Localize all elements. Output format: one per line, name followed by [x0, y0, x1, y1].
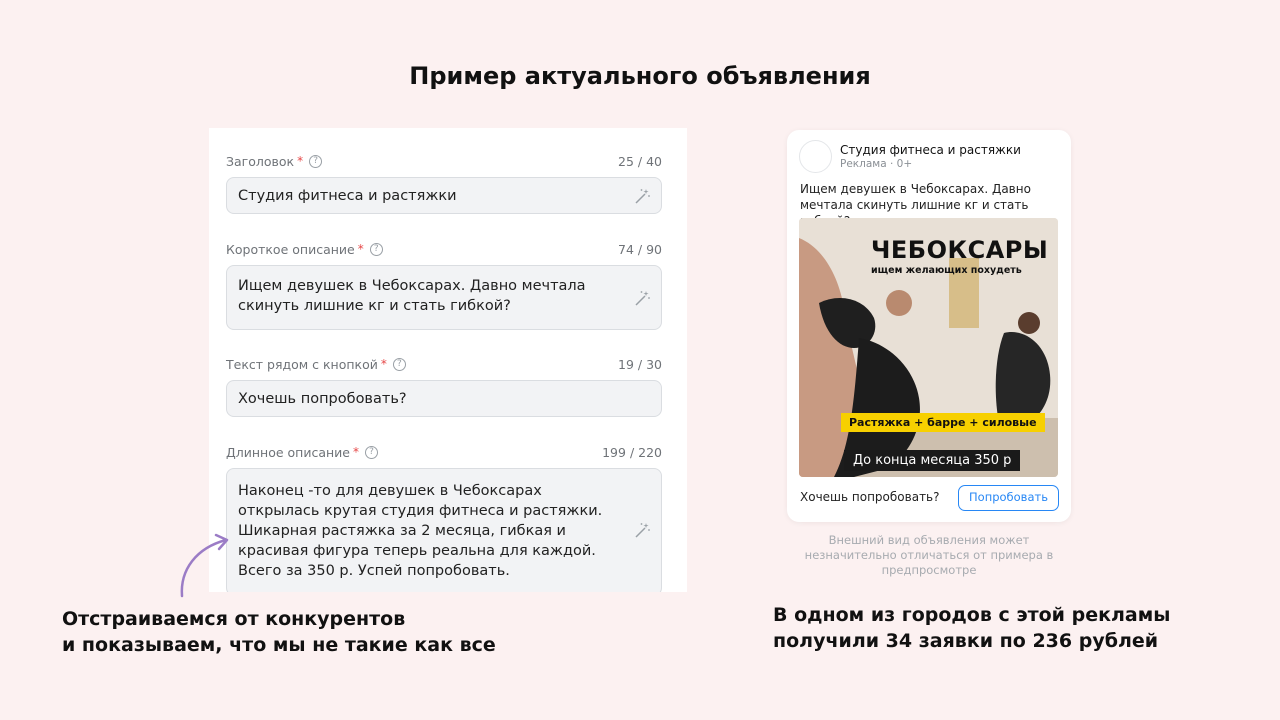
- short-description-input[interactable]: Ищем девушек в Чебоксарах. Давно мечтала…: [226, 265, 662, 330]
- char-counter: 19 / 30: [618, 356, 662, 372]
- ad-form-panel: Заголовок * ? 25 / 40 Студия фитнеса и р…: [209, 128, 687, 592]
- caption-line: Отстраиваемся от конкурентов: [62, 608, 406, 630]
- slide-title: Пример актуального объявления: [409, 62, 871, 90]
- cta-text: Хочешь попробовать?: [800, 490, 940, 504]
- headline-input[interactable]: Студия фитнеса и растяжки: [226, 177, 662, 214]
- magic-wand-icon[interactable]: [633, 187, 651, 205]
- field-long-description: Длинное описание * ? 199 / 220 Наконец -…: [226, 443, 662, 592]
- ad-image: ЧЕБОКСАРЫ ищем желающих похудеть Растяжк…: [799, 218, 1058, 477]
- field-label: Заголовок: [226, 153, 295, 169]
- char-counter: 25 / 40: [618, 153, 662, 169]
- required-mark: *: [353, 445, 359, 459]
- magic-wand-icon[interactable]: [633, 289, 651, 307]
- image-subtitle: ищем желающих похудеть: [871, 265, 1022, 276]
- caption-line: и показываем, что мы не такие как все: [62, 634, 496, 656]
- char-counter: 199 / 220: [602, 444, 662, 460]
- field-label: Длинное описание: [226, 444, 350, 460]
- magic-wand-icon[interactable]: [633, 521, 651, 539]
- button-text-input[interactable]: Хочешь попробовать?: [226, 380, 662, 417]
- image-banner: Растяжка + барре + силовые: [841, 413, 1045, 432]
- field-label: Короткое описание: [226, 241, 355, 257]
- help-icon[interactable]: ?: [365, 445, 378, 459]
- curved-arrow-icon: [180, 533, 229, 598]
- help-icon[interactable]: ?: [309, 154, 323, 168]
- help-icon[interactable]: ?: [392, 357, 406, 371]
- field-short-description: Короткое описание * ? 74 / 90 Ищем девуш…: [226, 240, 662, 330]
- caption-line: получили 34 заявки по 236 рублей: [773, 630, 1159, 652]
- caption-right: В одном из городов с этой рекламы получи…: [773, 602, 1170, 654]
- required-mark: *: [297, 154, 304, 168]
- field-headline: Заголовок * ? 25 / 40 Студия фитнеса и р…: [226, 152, 662, 214]
- caption-left: Отстраиваемся от конкурентов и показывае…: [62, 606, 496, 658]
- field-label: Текст рядом с кнопкой: [226, 356, 378, 372]
- required-mark: *: [380, 357, 387, 371]
- ad-preview-card: Студия фитнеса и растяжки Реклама · 0+ И…: [787, 130, 1071, 522]
- community-name: Студия фитнеса и растяжки: [840, 142, 1021, 157]
- ad-subline: Реклама · 0+: [840, 157, 913, 170]
- try-button[interactable]: Попробовать: [958, 485, 1059, 511]
- char-counter: 74 / 90: [618, 241, 662, 257]
- image-price: До конца месяца 350 р: [844, 450, 1021, 471]
- required-mark: *: [357, 242, 364, 256]
- avatar: [799, 140, 832, 173]
- input-value: Ищем девушек в Чебоксарах. Давно мечтала…: [238, 278, 586, 314]
- caption-line: В одном из городов с этой рекламы: [773, 604, 1171, 626]
- field-button-text: Текст рядом с кнопкой * ? 19 / 30 Хочешь…: [226, 355, 662, 417]
- preview-header: Студия фитнеса и растяжки Реклама · 0+: [799, 140, 1021, 173]
- input-value: Студия фитнеса и растяжки: [238, 188, 457, 204]
- long-description-input[interactable]: Наконец -то для девушек в Чебоксарах отк…: [226, 468, 662, 592]
- input-value: Хочешь попробовать?: [238, 391, 407, 407]
- preview-disclaimer: Внешний вид объявления может незначитель…: [804, 533, 1054, 577]
- help-icon[interactable]: ?: [369, 242, 383, 256]
- image-title: ЧЕБОКСАРЫ: [871, 236, 1049, 264]
- input-value: Наконец -то для девушек в Чебоксарах отк…: [238, 483, 603, 579]
